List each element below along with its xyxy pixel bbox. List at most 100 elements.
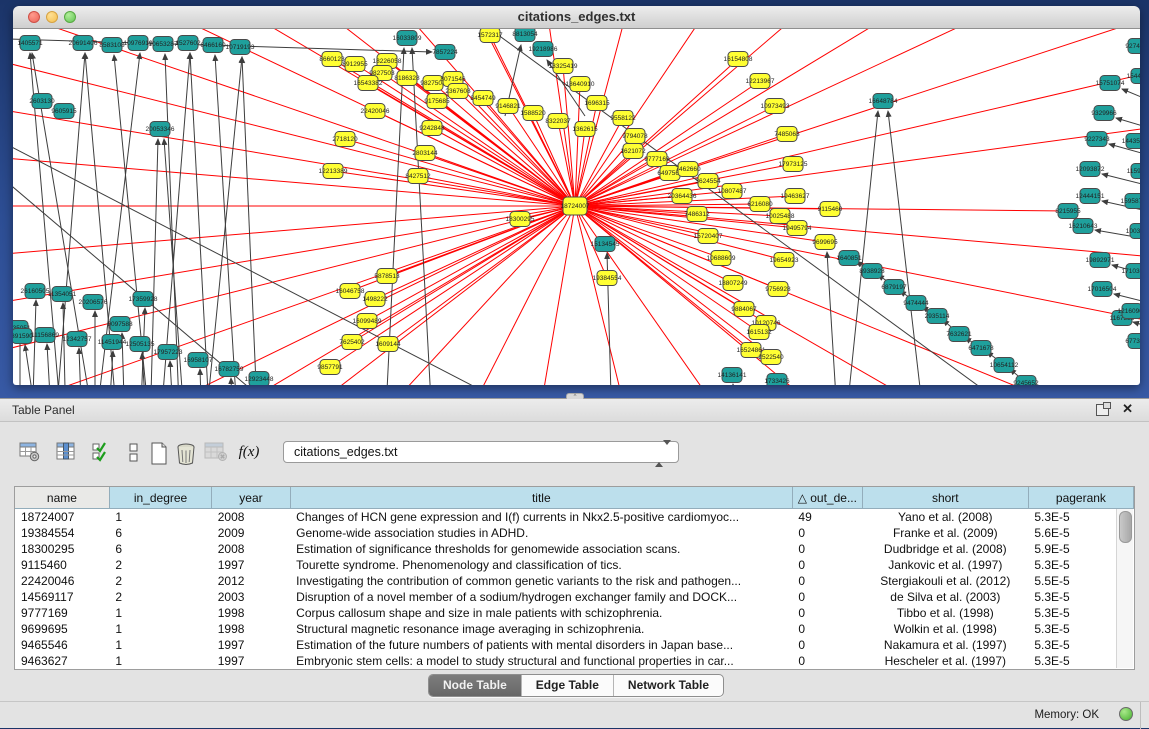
graph-node[interactable]: 20053346 — [146, 122, 175, 137]
graph-node[interactable]: 9884067 — [731, 302, 757, 317]
float-panel-icon[interactable] — [1096, 404, 1109, 416]
graph-node[interactable]: 11599409 — [1127, 164, 1140, 179]
graph-node[interactable]: 8660123 — [319, 52, 345, 67]
table-cell[interactable]: 9465546 — [15, 637, 109, 653]
graph-edge[interactable] — [845, 111, 878, 385]
graph-node[interactable]: 9329966 — [1091, 106, 1117, 121]
table-cell[interactable]: 22420046 — [15, 573, 109, 589]
graph-edge[interactable] — [13, 206, 575, 371]
table-cell[interactable]: 9699695 — [15, 621, 109, 637]
graph-edge[interactable] — [170, 361, 174, 385]
table-cell[interactable]: Corpus callosum shape and size in male p… — [290, 605, 792, 621]
table-cell[interactable]: Hescheler et al. (1997) — [862, 653, 1028, 669]
graph-node[interactable]: 16958107 — [184, 353, 213, 368]
graph-edge[interactable] — [1122, 89, 1140, 109]
graph-node[interactable]: 9146821 — [495, 99, 521, 114]
table-row[interactable]: 1872400712008Changes of HCN gene express… — [15, 509, 1134, 526]
graph-node[interactable]: 10688609 — [707, 251, 736, 266]
graph-node[interactable]: 18807249 — [719, 276, 748, 291]
table-cell[interactable]: Jankovic et al. (1997) — [862, 557, 1028, 573]
graph-node[interactable]: 26160505 — [21, 284, 50, 299]
table-cell[interactable]: Changes of HCN gene expression and I(f) … — [290, 509, 792, 526]
table-cell[interactable]: 1997 — [212, 653, 290, 669]
graph-edge[interactable] — [215, 55, 238, 385]
graph-node[interactable]: 12444151 — [1076, 189, 1105, 204]
graph-node[interactable]: 1498222 — [362, 292, 388, 307]
graph-edge[interactable] — [888, 111, 925, 385]
table-cell[interactable]: 18300295 — [15, 541, 109, 557]
table-cell[interactable]: 0 — [792, 637, 862, 653]
graph-node[interactable]: 8813054 — [512, 29, 538, 42]
graph-edge[interactable] — [242, 57, 258, 385]
clear-selection-button[interactable] — [120, 439, 148, 467]
graph-node[interactable]: 2718120 — [332, 132, 358, 147]
graph-node[interactable]: 8583108 — [99, 38, 125, 53]
graph-node[interactable]: 12213389 — [319, 164, 348, 179]
graph-node[interactable]: 16648784 — [869, 94, 898, 109]
table-row[interactable]: 1938455462009Genome-wide association stu… — [15, 525, 1134, 541]
graph-node[interactable]: 8186328 — [394, 71, 420, 86]
graph-node[interactable]: 7486312 — [684, 207, 710, 222]
delete-button[interactable] — [172, 439, 200, 467]
table-cell[interactable]: 1998 — [212, 621, 290, 637]
graph-node[interactable]: 9857791 — [317, 360, 343, 375]
graph-node[interactable]: 9175685 — [424, 94, 450, 109]
graph-node[interactable]: 10653287 — [149, 37, 178, 52]
table-cell[interactable]: Franke et al. (2009) — [862, 525, 1028, 541]
tab-network-table[interactable]: Network Table — [613, 675, 723, 696]
graph-node[interactable]: 10719193 — [226, 40, 255, 55]
new-document-button[interactable] — [145, 439, 173, 467]
graph-node[interactable]: 1362615 — [572, 122, 598, 137]
graph-node[interactable]: 9274731 — [1125, 39, 1140, 54]
table-cell[interactable]: 1 — [109, 653, 211, 669]
graph-node[interactable]: 9245652 — [1013, 376, 1039, 386]
table-cell[interactable]: Structural magnetic resonance image aver… — [290, 621, 792, 637]
table-cell[interactable]: Tourette syndrome. Phenomenology and cla… — [290, 557, 792, 573]
function-builder-button[interactable]: f(x) — [235, 439, 263, 467]
graph-node[interactable]: 1588520 — [520, 106, 546, 121]
graph-node[interactable]: 12505135 — [126, 337, 155, 352]
table-row[interactable]: 2242004622012Investigating the contribut… — [15, 573, 1134, 589]
graph-node[interactable]: 1640851 — [836, 251, 862, 266]
graph-node[interactable]: 2935114 — [925, 309, 950, 324]
column-header-pagerank[interactable]: pagerank — [1028, 487, 1133, 509]
import-table-button[interactable] — [202, 439, 230, 467]
graph-edge[interactable] — [205, 57, 242, 385]
table-row[interactable]: 911546021997Tourette syndrome. Phenomeno… — [15, 557, 1134, 573]
graph-node[interactable]: 6466160 — [200, 38, 226, 53]
graph-node[interactable]: 1733426 — [764, 374, 790, 386]
graph-node[interactable]: 1621072 — [620, 144, 646, 159]
graph-edge[interactable] — [827, 252, 838, 385]
graph-node[interactable]: 9474444 — [903, 296, 929, 311]
graph-node[interactable]: 19654923 — [770, 253, 799, 268]
graph-node[interactable]: 19463627 — [781, 189, 810, 204]
graph-edge[interactable] — [530, 206, 575, 385]
table-cell[interactable]: 1 — [109, 605, 211, 621]
graph-node[interactable]: 15958741 — [1121, 194, 1140, 209]
graph-node[interactable]: 8215955 — [1055, 204, 1081, 219]
table-cell[interactable]: 14569117 — [15, 589, 109, 605]
graph-edge[interactable] — [200, 369, 202, 385]
graph-node[interactable]: 9605915 — [51, 104, 77, 119]
graph-node[interactable]: 12213967 — [746, 74, 775, 89]
table-row[interactable]: 946554611997Estimation of the future num… — [15, 637, 1134, 653]
close-panel-icon[interactable]: ✕ — [1122, 401, 1133, 417]
table-cell[interactable]: 19384554 — [15, 525, 109, 541]
tab-edge-table[interactable]: Edge Table — [521, 675, 613, 696]
table-cell[interactable]: 1 — [109, 621, 211, 637]
graph-node[interactable]: 16046758 — [336, 284, 365, 299]
graph-edge[interactable] — [440, 206, 575, 385]
graph-node[interactable]: 9227343 — [1084, 132, 1110, 147]
graph-node[interactable]: 16033809 — [393, 31, 422, 46]
graph-node[interactable]: 19892971 — [1086, 253, 1115, 268]
table-row[interactable]: 977716911998Corpus callosum shape and si… — [15, 605, 1134, 621]
table-cell[interactable]: 9463627 — [15, 653, 109, 669]
graph-node[interactable]: 2522540 — [758, 350, 784, 365]
graph-node[interactable]: 7625402 — [339, 335, 365, 350]
graph-node[interactable]: 15720407 — [694, 229, 723, 244]
table-cell[interactable]: 1997 — [212, 637, 290, 653]
table-cell[interactable]: de Silva et al. (2003) — [862, 589, 1028, 605]
table-cell[interactable]: 0 — [792, 605, 862, 621]
graph-node[interactable]: 1405571 — [17, 36, 43, 51]
graph-edge[interactable] — [575, 29, 1140, 206]
